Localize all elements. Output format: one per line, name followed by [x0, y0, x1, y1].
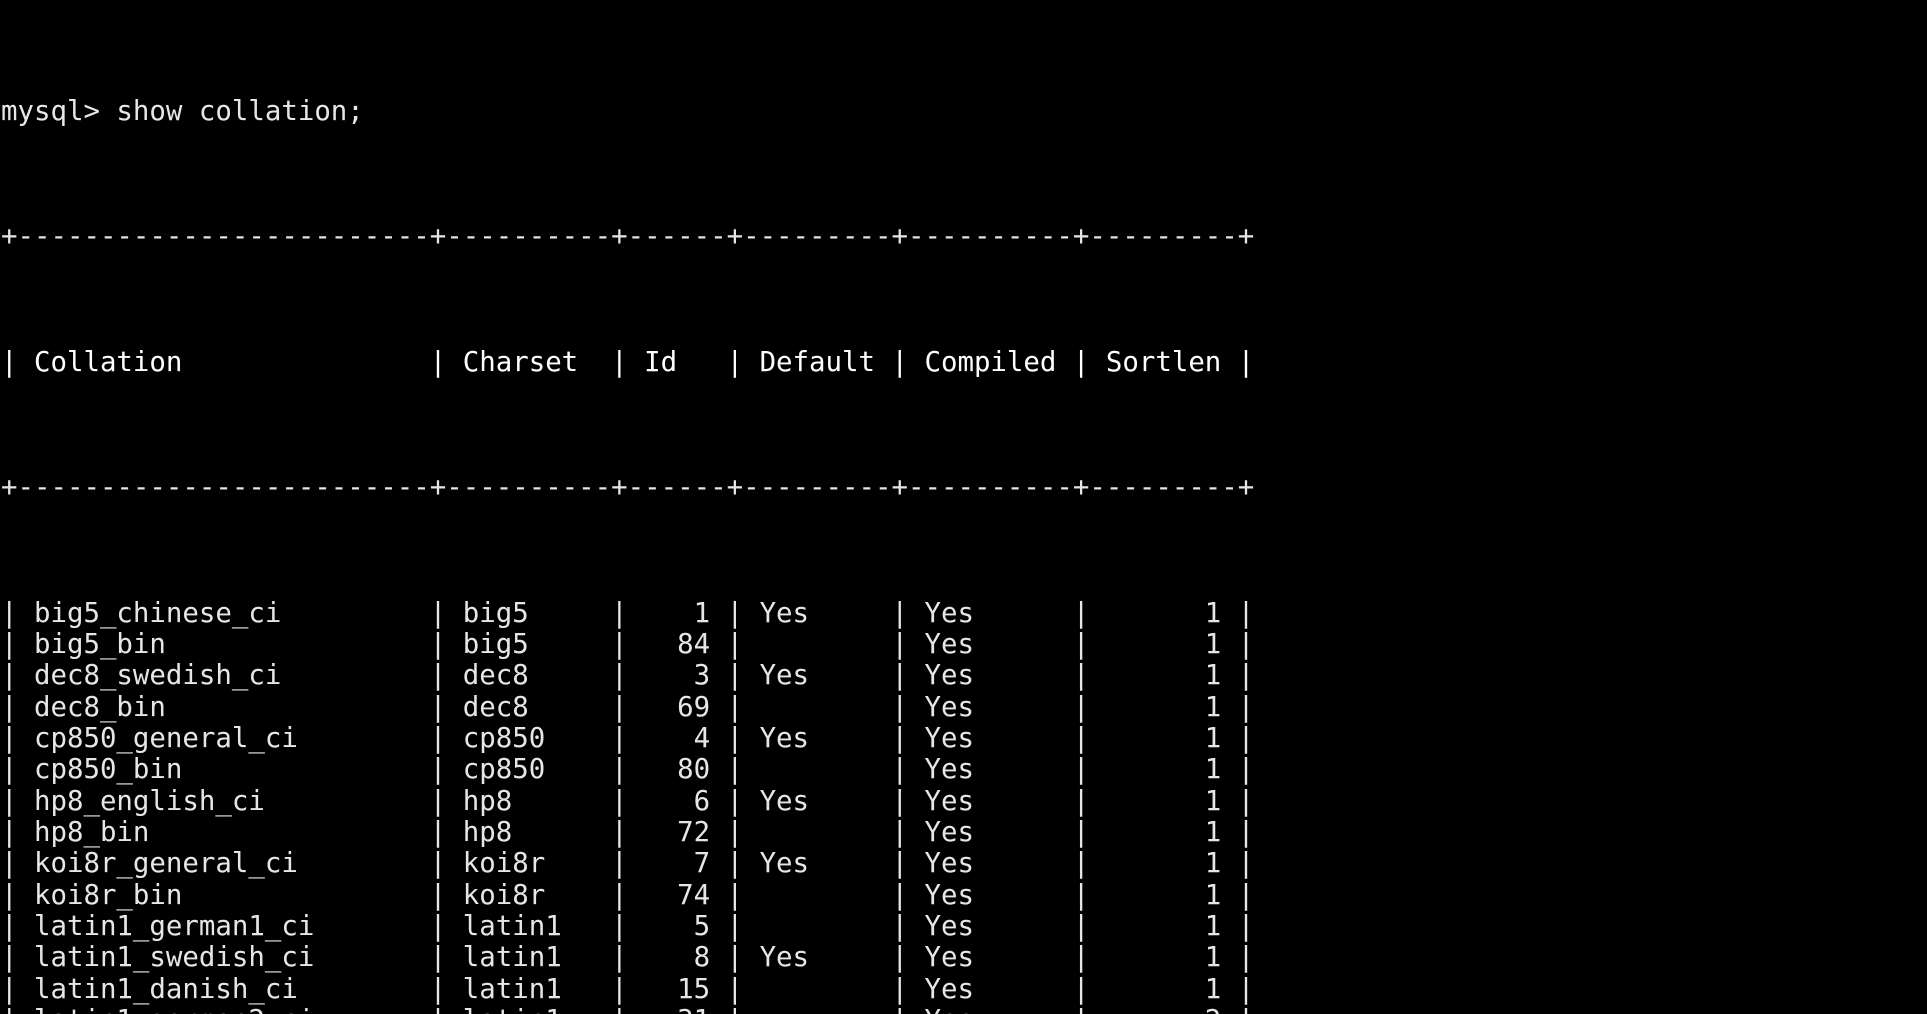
table-top-rule: +-------------------------+----------+--…: [1, 221, 1255, 253]
table-row: | hp8_english_ci | hp8 | 6 | Yes | Yes |…: [1, 785, 1255, 817]
table-row: | latin1_danish_ci | latin1 | 15 | | Yes…: [1, 973, 1255, 1005]
table-row: | big5_chinese_ci | big5 | 1 | Yes | Yes…: [1, 597, 1255, 629]
table-row: | latin1_german1_ci | latin1 | 5 | | Yes…: [1, 910, 1255, 942]
table-row: | koi8r_bin | koi8r | 74 | | Yes | 1 |: [1, 879, 1255, 911]
table-row: | hp8_bin | hp8 | 72 | | Yes | 1 |: [1, 816, 1255, 848]
table-header-row: | Collation | Charset | Id | Default | C…: [1, 346, 1255, 378]
table-body: | big5_chinese_ci | big5 | 1 | Yes | Yes…: [1, 598, 1927, 1014]
terminal-screen[interactable]: mysql> show collation; +----------------…: [0, 2, 1927, 1014]
table-row: | big5_bin | big5 | 84 | | Yes | 1 |: [1, 628, 1255, 660]
command-prompt-line: mysql> show collation;: [1, 96, 364, 128]
table-row: | koi8r_general_ci | koi8r | 7 | Yes | Y…: [1, 848, 1255, 880]
table-row: | cp850_general_ci | cp850 | 4 | Yes | Y…: [1, 722, 1255, 754]
table-row: | dec8_bin | dec8 | 69 | | Yes | 1 |: [1, 691, 1255, 723]
table-row: | latin1_german2_ci | latin1 | 31 | | Ye…: [1, 1005, 1927, 1014]
table-row: | dec8_swedish_ci | dec8 | 3 | Yes | Yes…: [1, 660, 1255, 692]
table-row: | latin1_swedish_ci | latin1 | 8 | Yes |…: [1, 942, 1255, 974]
table-row: | cp850_bin | cp850 | 80 | | Yes | 1 |: [1, 754, 1255, 786]
terminal-window[interactable]: mysql> show collation; +----------------…: [0, 0, 1927, 1014]
table-header-rule: +-------------------------+----------+--…: [1, 472, 1255, 504]
